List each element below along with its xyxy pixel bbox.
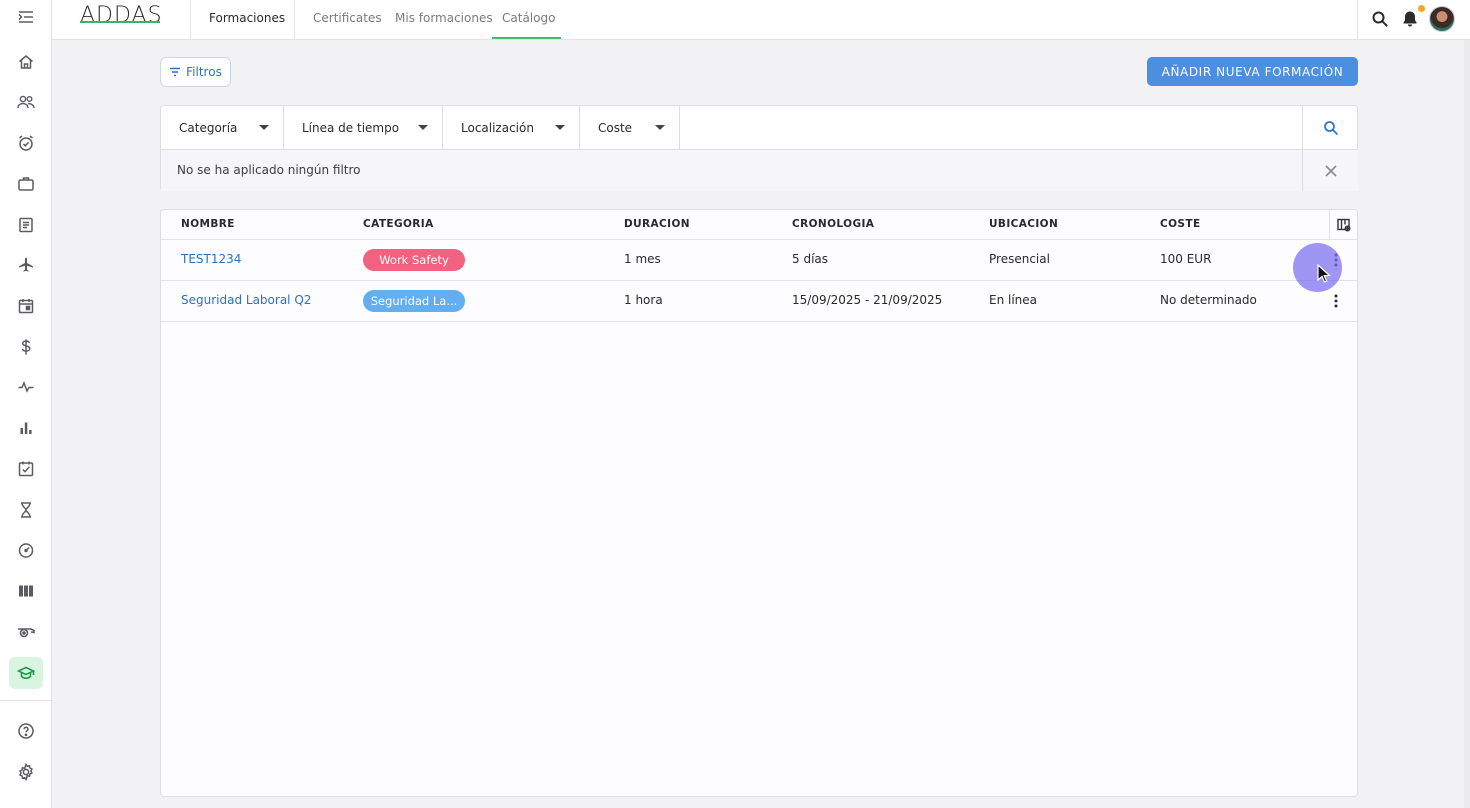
add-training-button[interactable]: AÑADIR NUEVA FORMACIÓN <box>1147 57 1358 86</box>
activity-icon[interactable] <box>9 371 43 403</box>
filter-lines-icon <box>170 67 181 77</box>
training-name-link[interactable]: TEST1234 <box>181 252 241 266</box>
dropdown-label: Línea de tiempo <box>302 120 400 135</box>
tab-catalogo[interactable]: Catálogo <box>502 11 555 25</box>
table-row[interactable]: Seguridad Laboral Q2 Seguridad La... 1 h… <box>161 281 1357 322</box>
dropdown-label: Categoría <box>179 120 238 135</box>
clear-filters-button[interactable] <box>1302 150 1358 191</box>
calendar-icon[interactable] <box>9 290 43 322</box>
category-chip: Work Safety <box>363 249 465 271</box>
search-input[interactable] <box>680 106 1302 149</box>
notifications-icon[interactable] <box>1399 8 1421 30</box>
training-name-link[interactable]: Seguridad Laboral Q2 <box>181 293 311 307</box>
header-ubicacion[interactable]: UBICACION <box>989 218 1058 230</box>
filters-button-label: Filtros <box>186 65 222 79</box>
help-icon[interactable] <box>9 715 43 747</box>
location-dropdown[interactable]: Localización <box>443 106 580 149</box>
close-icon <box>1324 164 1337 177</box>
people-icon[interactable] <box>9 86 43 118</box>
top-divider <box>190 0 191 39</box>
gauge-icon[interactable] <box>9 534 43 566</box>
top-bar: ADDAS Formaciones Certificates Mis forma… <box>52 0 1470 40</box>
location-cell: En línea <box>989 293 1038 307</box>
duration-cell: 1 mes <box>624 252 661 266</box>
hourglass-icon[interactable] <box>9 494 43 526</box>
table-row[interactable]: TEST1234 Work Safety 1 mes 5 días Presen… <box>161 240 1357 281</box>
briefcase-icon[interactable] <box>9 168 43 200</box>
dollar-icon[interactable] <box>9 331 43 363</box>
top-divider <box>294 0 295 39</box>
tab-mis-formaciones[interactable]: Mis formaciones <box>395 11 493 25</box>
row-menu-icon[interactable] <box>1329 292 1343 310</box>
document-icon[interactable] <box>9 209 43 241</box>
checkbox-icon[interactable] <box>9 453 43 485</box>
app-logo[interactable]: ADDAS <box>80 3 163 28</box>
home-icon[interactable] <box>9 46 43 78</box>
filters-button[interactable]: Filtros <box>160 57 231 87</box>
search-icon[interactable] <box>1369 8 1391 30</box>
logo-underline <box>80 21 160 23</box>
section-title: Formaciones <box>209 11 286 25</box>
dropdown-arrow-icon <box>259 125 269 130</box>
cost-cell: 100 EUR <box>1160 252 1212 266</box>
timeline-dropdown[interactable]: Línea de tiempo <box>284 106 443 149</box>
table-header: NOMBRE CATEGORIA DURACION CRONOLOGIA UBI… <box>161 210 1357 240</box>
sidebar <box>0 0 52 808</box>
cost-dropdown[interactable]: Coste <box>580 106 680 149</box>
timeline-cell: 15/09/2025 - 21/09/2025 <box>792 293 943 307</box>
active-tab-indicator <box>492 37 561 39</box>
dropdown-label: Coste <box>598 120 633 135</box>
search-button[interactable] <box>1302 106 1358 149</box>
dropdown-label: Localización <box>461 120 534 135</box>
filter-panel: Categoría Línea de tiempo Localización C… <box>160 105 1358 191</box>
mouse-cursor-icon <box>1317 264 1331 283</box>
columns-icon[interactable] <box>9 575 43 607</box>
column-settings-icon[interactable] <box>1329 210 1357 240</box>
sidebar-divider <box>0 700 52 701</box>
timeline-cell: 5 días <box>792 252 829 266</box>
alarm-check-icon[interactable] <box>9 127 43 159</box>
search-icon <box>1323 120 1338 135</box>
scrollbar[interactable] <box>1464 40 1470 808</box>
header-coste[interactable]: COSTE <box>1160 218 1201 230</box>
header-nombre[interactable]: NOMBRE <box>181 218 235 230</box>
header-categoria[interactable]: CATEGORIA <box>363 218 434 230</box>
notification-badge <box>1418 5 1425 12</box>
airplane-icon[interactable] <box>9 249 43 281</box>
dropdown-arrow-icon <box>555 125 565 130</box>
category-chip: Seguridad La... <box>363 290 465 312</box>
settings-icon[interactable] <box>9 756 43 788</box>
header-cronologia[interactable]: CRONOLOGIA <box>792 218 874 230</box>
whistle-icon[interactable] <box>9 616 43 648</box>
header-duracion[interactable]: DURACION <box>624 218 690 230</box>
dropdown-arrow-icon <box>655 125 665 130</box>
filter-status-text: No se ha aplicado ningún filtro <box>161 150 1302 191</box>
menu-collapse-icon[interactable] <box>9 1 43 33</box>
graduation-cap-icon[interactable] <box>9 657 43 689</box>
bar-chart-icon[interactable] <box>9 412 43 444</box>
dropdown-arrow-icon <box>418 125 428 130</box>
avatar[interactable] <box>1429 6 1455 32</box>
tab-certificates[interactable]: Certificates <box>313 11 382 25</box>
cost-cell: No determinado <box>1160 293 1257 307</box>
duration-cell: 1 hora <box>624 293 663 307</box>
location-cell: Presencial <box>989 252 1050 266</box>
category-dropdown[interactable]: Categoría <box>161 106 284 149</box>
top-divider <box>1357 0 1358 39</box>
trainings-table: NOMBRE CATEGORIA DURACION CRONOLOGIA UBI… <box>160 209 1358 797</box>
